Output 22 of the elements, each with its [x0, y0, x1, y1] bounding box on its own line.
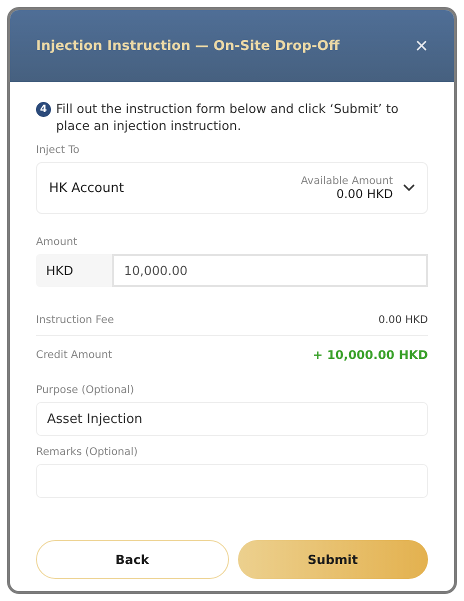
field-label: Amount [36, 236, 78, 248]
close-button[interactable]: × [415, 35, 428, 57]
field-label: Purpose (Optional) [36, 384, 136, 396]
available-label: Available Amount [300, 175, 393, 187]
back-button[interactable]: Back [36, 540, 228, 579]
summary-label: Credit Amount [36, 349, 112, 361]
field-label: Remarks (Optional) [36, 446, 139, 458]
amount-input[interactable]: 10,000.00 [112, 254, 428, 287]
summary-label: Instruction Fee [36, 314, 114, 326]
field-label: Inject To [36, 144, 80, 156]
currency-label: HKD [36, 254, 112, 287]
dialog-title: Injection Instruction — On-Site Drop-Off [36, 38, 340, 54]
instruction-text: Fill out the instruction form below and click ‘Submit’ to place an injection instruction. [56, 100, 400, 134]
summary-value: 0.00 HKD [378, 314, 428, 326]
chevron-down-icon [403, 184, 415, 192]
available-value: 0.00 HKD [336, 187, 393, 201]
account-select[interactable]: HK Account Available Amount 0.00 HKD [36, 162, 428, 214]
submit-button[interactable]: Submit [238, 540, 428, 579]
purpose-input[interactable]: Asset Injection [36, 402, 428, 436]
account-name: HK Account [49, 180, 125, 196]
step-number: 4 [36, 102, 51, 117]
summary-value: + 10,000.00 HKD [312, 348, 428, 362]
